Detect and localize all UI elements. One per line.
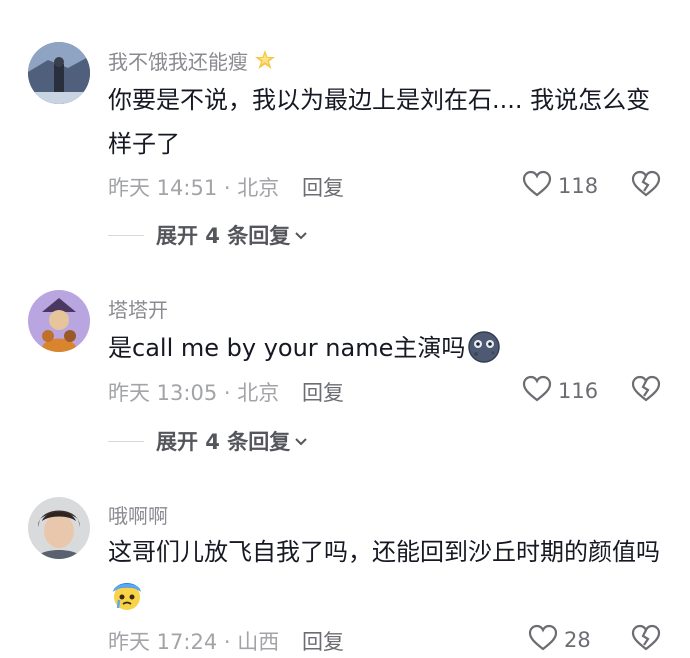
comment-text: 是call me by your name主演吗 bbox=[108, 326, 668, 378]
username[interactable]: 我不饿我还能瘦 bbox=[108, 46, 278, 77]
username[interactable]: 哦啊啊 bbox=[108, 500, 168, 529]
divider-line bbox=[108, 440, 144, 442]
expand-replies[interactable]: 展开 4 条回复 bbox=[108, 426, 308, 456]
like-button[interactable]: 116 bbox=[522, 375, 598, 407]
broken-heart-icon bbox=[631, 624, 661, 656]
like-button[interactable]: 118 bbox=[522, 170, 598, 202]
broken-heart-icon bbox=[631, 375, 661, 407]
expand-replies[interactable]: 展开 4 条回复 bbox=[108, 220, 308, 250]
chevron-down-icon bbox=[294, 226, 308, 245]
reply-button[interactable]: 回复 bbox=[302, 377, 344, 407]
heart-icon bbox=[522, 375, 552, 407]
comment-timestamp: 昨天 13:05 · 北京 bbox=[108, 381, 280, 405]
reply-button[interactable]: 回复 bbox=[302, 626, 344, 656]
crying-face-icon bbox=[110, 578, 144, 626]
comment-text: 这哥们儿放飞自我了吗，还能回到沙丘时期的颜值吗 bbox=[108, 530, 668, 626]
dislike-button[interactable] bbox=[631, 624, 661, 656]
blue-moon-face-icon bbox=[467, 330, 501, 378]
avatar[interactable] bbox=[28, 497, 90, 559]
like-button[interactable]: 28 bbox=[528, 624, 591, 656]
dislike-button[interactable] bbox=[631, 170, 661, 202]
divider-line bbox=[108, 234, 144, 236]
chevron-down-icon bbox=[294, 432, 308, 451]
expand-replies-label: 展开 4 条回复 bbox=[156, 430, 291, 454]
reply-button[interactable]: 回复 bbox=[302, 172, 344, 202]
username[interactable]: 塔塔开 bbox=[108, 294, 168, 323]
comment-timestamp: 昨天 17:24 · 山西 bbox=[108, 630, 280, 654]
comment-timestamp: 昨天 14:51 · 北京 bbox=[108, 176, 280, 200]
like-count: 28 bbox=[564, 628, 591, 652]
broken-heart-icon bbox=[631, 170, 661, 202]
avatar[interactable] bbox=[28, 290, 90, 352]
avatar[interactable] bbox=[28, 42, 90, 104]
like-count: 118 bbox=[558, 174, 599, 198]
sparkle-crown-icon bbox=[252, 48, 278, 77]
comment-text: 你要是不说，我以为最边上是刘在石.... 我说怎么变样子了 bbox=[108, 86, 651, 158]
heart-icon bbox=[522, 170, 552, 202]
heart-icon bbox=[528, 624, 558, 656]
like-count: 116 bbox=[558, 379, 599, 403]
dislike-button[interactable] bbox=[631, 375, 661, 407]
expand-replies-label: 展开 4 条回复 bbox=[156, 224, 291, 248]
